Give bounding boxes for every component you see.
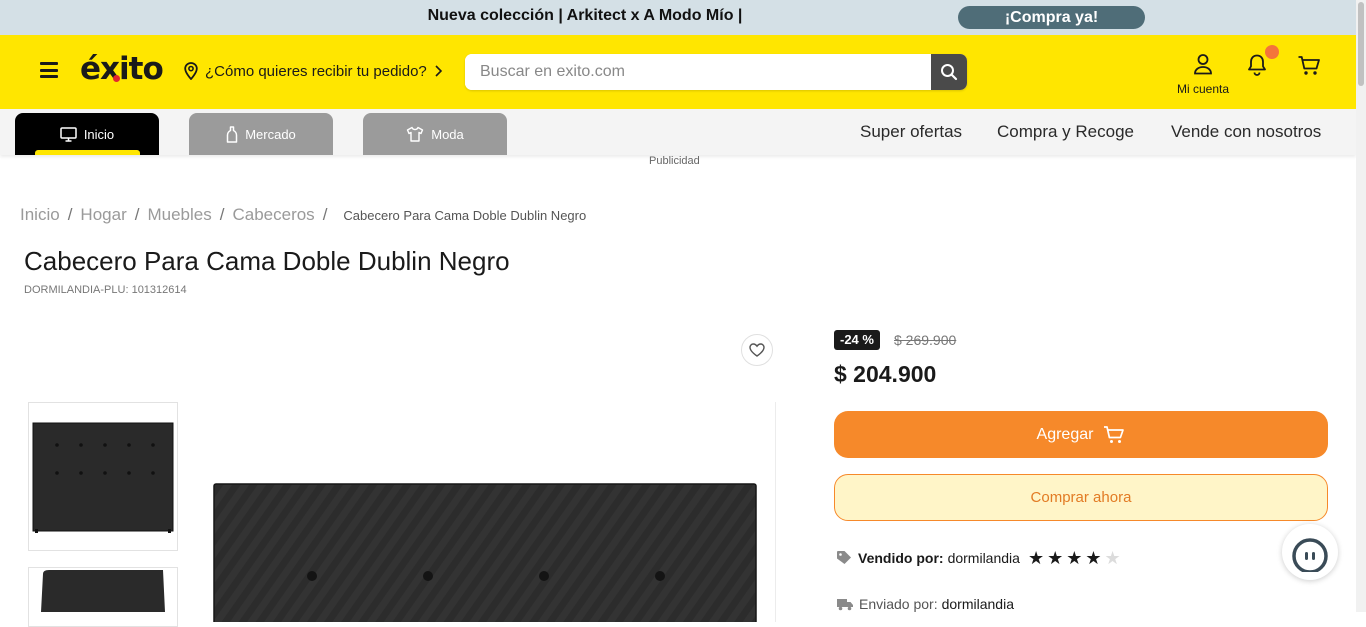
breadcrumb-separator: /: [134, 205, 140, 224]
chat-assistant-icon: [1292, 538, 1328, 572]
product-thumbnail[interactable]: [28, 402, 178, 551]
nav-compra-y-recoge[interactable]: Compra y Recoge: [997, 122, 1134, 142]
discount-badge: -24 %: [834, 330, 880, 350]
add-to-cart-label: Agregar: [1036, 425, 1094, 443]
breadcrumb: Inicio / Hogar / Muebles / Cabeceros / C…: [20, 205, 586, 225]
add-to-cart-button[interactable]: Agregar: [834, 411, 1328, 458]
promo-button[interactable]: ¡Compra ya!: [958, 6, 1145, 29]
current-price: $ 204.900: [834, 361, 937, 387]
search-button[interactable]: [931, 54, 967, 90]
tag-icon: [837, 551, 851, 564]
tab-mercado-label: Mercado: [245, 126, 296, 142]
breadcrumb-separator: /: [322, 205, 328, 224]
headboard-angle-thumbnail-image: [41, 570, 165, 612]
old-price: $ 269.900: [894, 332, 957, 348]
product-main-image[interactable]: [196, 402, 776, 625]
shipper-label: Enviado por:: [859, 596, 938, 612]
star-icon: ★: [1027, 548, 1045, 568]
star-icon: ★: [1066, 548, 1083, 568]
nav-vende-con-nosotros[interactable]: Vende con nosotros: [1171, 122, 1321, 142]
scrollbar-thumb[interactable]: [1358, 2, 1364, 86]
product-thumbnail[interactable]: [28, 567, 178, 627]
cart-icon: [1104, 425, 1125, 443]
tab-mercado[interactable]: Mercado: [189, 113, 333, 155]
bell-icon: [1248, 54, 1266, 76]
shirt-icon: [407, 126, 424, 142]
seller-name[interactable]: dormilandia: [948, 550, 1020, 566]
breadcrumb-hogar[interactable]: Hogar: [80, 205, 126, 225]
tab-moda[interactable]: Moda: [363, 113, 507, 155]
promo-bar: Nueva colección | Arkitect x A Modo Mío …: [0, 0, 1356, 35]
rating-stars: ★ ★ ★ ★ ★: [1028, 549, 1121, 567]
breadcrumb-current: Cabecero Para Cama Doble Dublin Negro: [343, 208, 587, 223]
site-header: éxito ¿Cómo quieres recibir tu pedido? M…: [0, 35, 1356, 109]
breadcrumb-muebles[interactable]: Muebles: [147, 205, 211, 225]
ad-label: Publicidad: [649, 155, 700, 167]
active-tab-indicator: [35, 150, 140, 155]
headboard-main-image: [213, 483, 757, 625]
notification-badge: [1265, 45, 1279, 59]
help-chat-button[interactable]: [1282, 524, 1338, 580]
star-icon: ★: [1104, 548, 1121, 568]
truck-icon: [837, 599, 853, 611]
user-icon: [1194, 54, 1212, 75]
search-icon: [941, 64, 958, 81]
breadcrumb-inicio[interactable]: Inicio: [20, 205, 60, 225]
headboard-thumbnail-image: [32, 422, 174, 533]
product-title: Cabecero Para Cama Doble Dublin Negro: [24, 246, 510, 276]
breadcrumb-cabeceros[interactable]: Cabeceros: [232, 205, 314, 225]
search-bar: [465, 54, 967, 90]
tab-inicio-label: Inicio: [83, 126, 115, 142]
star-icon: ★: [1085, 548, 1102, 568]
shipper-name: dormilandia: [941, 596, 1014, 612]
seller-info: Vendido por: dormilandia ★ ★ ★ ★ ★: [836, 549, 1121, 567]
notifications-button[interactable]: [1246, 53, 1268, 82]
buy-now-label: Comprar ahora: [1030, 489, 1132, 506]
shipper-info: Enviado por: dormilandia: [836, 596, 1014, 612]
location-pin-icon: [184, 62, 198, 80]
tab-moda-label: Moda: [431, 126, 464, 142]
bottle-icon: [226, 125, 238, 143]
category-nav: Inicio Mercado Moda: [0, 109, 1356, 155]
heart-icon: [749, 343, 765, 357]
nav-super-ofertas[interactable]: Super ofertas: [860, 122, 962, 142]
chevron-right-icon: [435, 65, 442, 77]
location-prompt: ¿Cómo quieres recibir tu pedido?: [205, 62, 427, 80]
buy-now-button[interactable]: Comprar ahora: [834, 474, 1328, 521]
favorite-button[interactable]: [741, 334, 773, 366]
account-label: Mi cuenta: [1176, 82, 1230, 96]
cart-button[interactable]: [1297, 55, 1321, 82]
page-scrollbar[interactable]: [1356, 0, 1366, 612]
star-icon: ★: [1047, 548, 1064, 568]
logo[interactable]: éxito: [80, 51, 164, 87]
breadcrumb-separator: /: [67, 205, 73, 224]
product-sku: DORMILANDIA-PLU: 101312614: [24, 284, 187, 296]
search-input[interactable]: [465, 54, 931, 90]
cart-icon: [1298, 56, 1320, 75]
seller-label: Vendido por:: [858, 550, 944, 566]
tab-inicio[interactable]: Inicio: [15, 113, 159, 155]
monitor-icon: [60, 126, 77, 142]
menu-icon[interactable]: [40, 62, 58, 78]
breadcrumb-separator: /: [219, 205, 225, 224]
logo-dot: [113, 75, 120, 82]
delivery-location-selector[interactable]: ¿Cómo quieres recibir tu pedido?: [183, 62, 443, 80]
account-button[interactable]: Mi cuenta: [1172, 53, 1234, 96]
